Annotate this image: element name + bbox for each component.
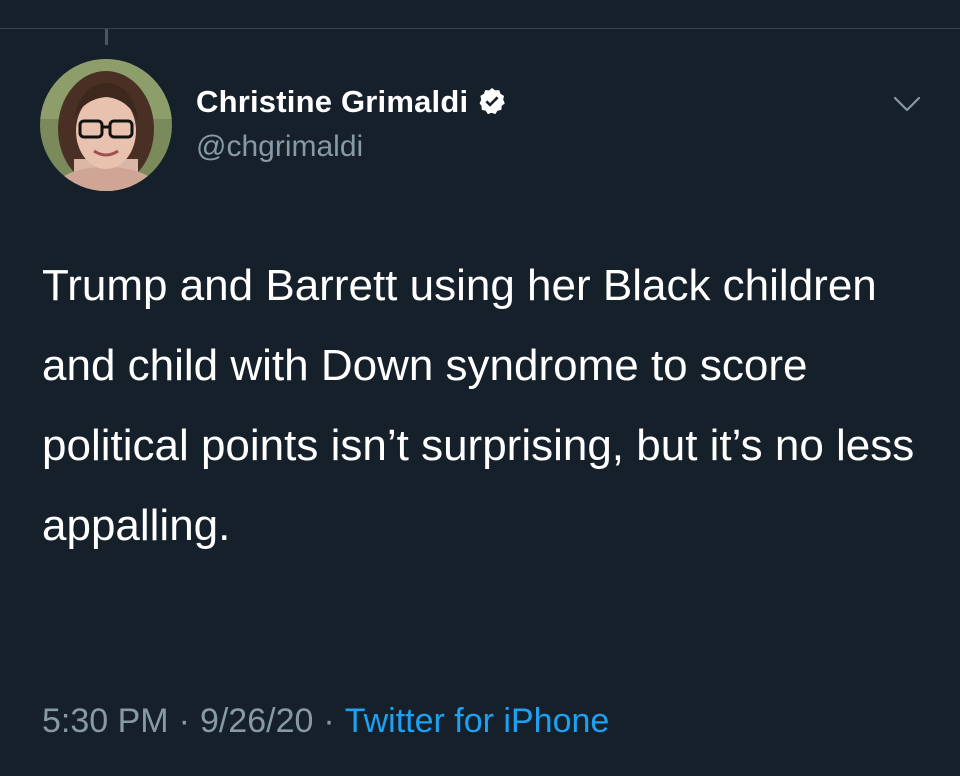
tweet-text: Trump and Barrett using her Black childr… [42,261,915,550]
author-handle[interactable]: @chgrimaldi [196,130,363,164]
meta-separator: · [178,702,190,740]
thread-connector-line [105,29,108,45]
tweet-date[interactable]: 9/26/20 [200,702,313,741]
author-name-row[interactable]: Christine Grimaldi [196,82,508,122]
avatar[interactable] [40,59,172,191]
avatar-photo [40,59,172,191]
tweet-meta: 5:30 PM · 9/26/20 · Twitter for iPhone [42,702,609,741]
meta-separator: · [323,702,335,740]
verified-badge-icon [479,88,506,115]
display-name[interactable]: Christine Grimaldi [196,84,468,120]
chevron-down-icon[interactable] [891,92,923,116]
tweet-time[interactable]: 5:30 PM [42,702,169,741]
tweet-source-link[interactable]: Twitter for iPhone [345,702,610,741]
thread-divider [0,28,960,29]
